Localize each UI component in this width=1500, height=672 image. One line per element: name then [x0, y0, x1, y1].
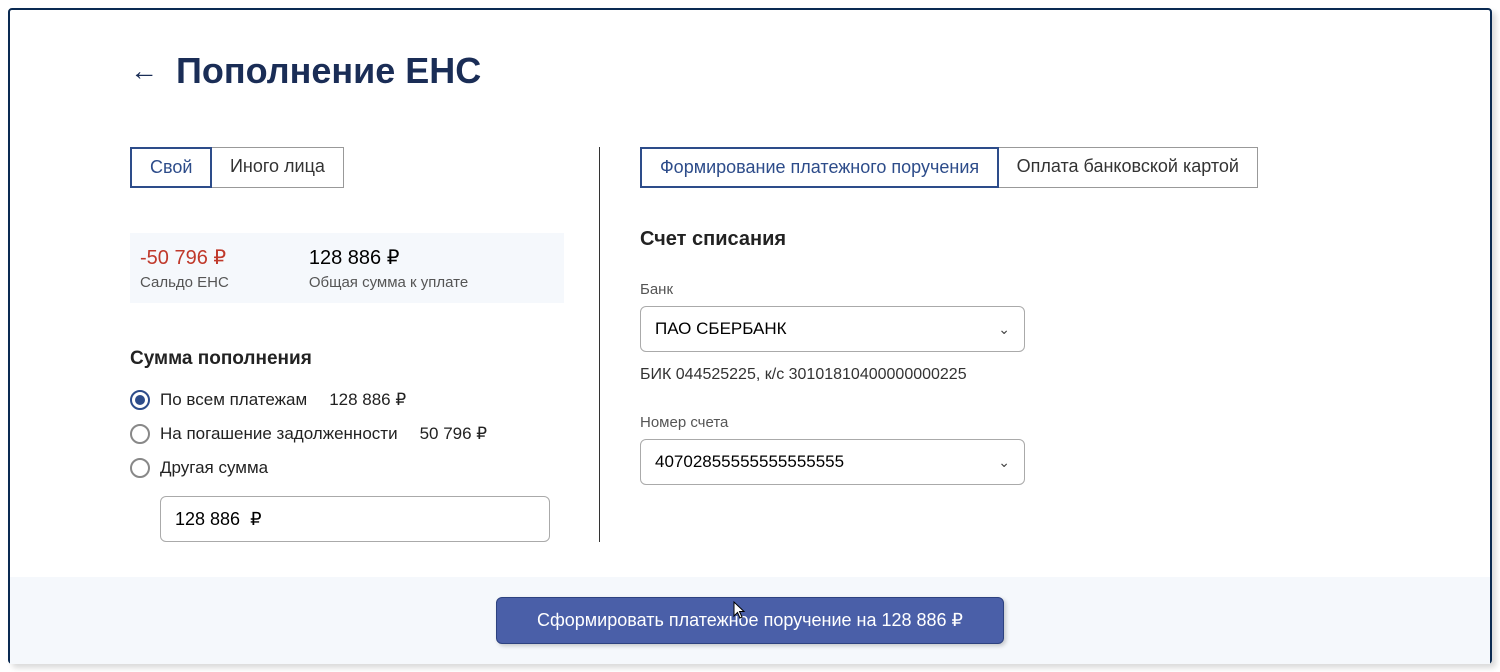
- radio-checked-icon: [130, 390, 150, 410]
- payment-method-tabs: Формирование платежного поручения Оплата…: [640, 147, 1370, 188]
- bank-details-text: БИК 044525225, к/с 30101810400000000225: [640, 366, 1370, 384]
- chevron-down-icon: ⌄: [998, 321, 1010, 338]
- radio-unchecked-icon: [130, 424, 150, 444]
- total-due-block: 128 886 ₽ Общая сумма к уплате: [309, 245, 468, 291]
- debit-account-heading: Счет списания: [640, 228, 1370, 251]
- saldo-value: -50 796 ₽: [140, 245, 229, 270]
- tab-own[interactable]: Свой: [130, 147, 212, 188]
- bank-select-value: ПАО СБЕРБАНК: [655, 319, 787, 339]
- main-columns: Свой Иного лица -50 796 ₽ Сальдо ЕНС 128…: [130, 147, 1370, 542]
- saldo-block: -50 796 ₽ Сальдо ЕНС: [140, 245, 229, 291]
- account-number-label: Номер счета: [640, 414, 1370, 431]
- tab-other-person[interactable]: Иного лица: [211, 147, 344, 188]
- saldo-label: Сальдо ЕНС: [140, 274, 229, 291]
- submit-button[interactable]: Сформировать платежное поручение на 128 …: [496, 597, 1004, 644]
- radio-all-payments[interactable]: По всем платежам 128 886 ₽: [130, 390, 564, 410]
- radio-all-label: По всем платежам: [160, 390, 307, 410]
- left-column: Свой Иного лица -50 796 ₽ Сальдо ЕНС 128…: [130, 147, 600, 542]
- radio-unchecked-icon: [130, 458, 150, 478]
- radio-debt-label: На погашение задолженности: [160, 424, 398, 444]
- page-title: Пополнение ЕНС: [176, 50, 481, 92]
- tab-bank-card[interactable]: Оплата банковской картой: [998, 147, 1258, 188]
- main-window: ← Пополнение ЕНС Свой Иного лица -50 796…: [8, 8, 1492, 664]
- right-column: Формирование платежного поручения Оплата…: [600, 147, 1370, 542]
- amount-input[interactable]: [160, 496, 550, 542]
- radio-other-amount[interactable]: Другая сумма: [130, 458, 564, 478]
- back-arrow-icon[interactable]: ←: [130, 55, 158, 87]
- total-due-value: 128 886 ₽: [309, 245, 468, 270]
- radio-debt-repayment[interactable]: На погашение задолженности 50 796 ₽: [130, 424, 564, 444]
- radio-all-amount: 128 886 ₽: [329, 390, 406, 410]
- footer-bar: Сформировать платежное поручение на 128 …: [10, 577, 1490, 664]
- bank-select[interactable]: ПАО СБЕРБАНК ⌄: [640, 306, 1025, 352]
- bank-label: Банк: [640, 281, 1370, 298]
- radio-debt-amount: 50 796 ₽: [420, 424, 488, 444]
- balance-panel: -50 796 ₽ Сальдо ЕНС 128 886 ₽ Общая сум…: [130, 233, 564, 303]
- tab-payment-order[interactable]: Формирование платежного поручения: [640, 147, 999, 188]
- total-due-label: Общая сумма к уплате: [309, 274, 468, 291]
- header: ← Пополнение ЕНС: [130, 50, 1370, 92]
- radio-other-label: Другая сумма: [160, 458, 268, 478]
- account-number-value: 40702855555555555555: [655, 452, 844, 472]
- chevron-down-icon: ⌄: [998, 454, 1010, 471]
- topup-heading: Сумма пополнения: [130, 348, 564, 370]
- payer-tab-group: Свой Иного лица: [130, 147, 564, 188]
- account-number-select[interactable]: 40702855555555555555 ⌄: [640, 439, 1025, 485]
- amount-radio-group: По всем платежам 128 886 ₽ На погашение …: [130, 390, 564, 478]
